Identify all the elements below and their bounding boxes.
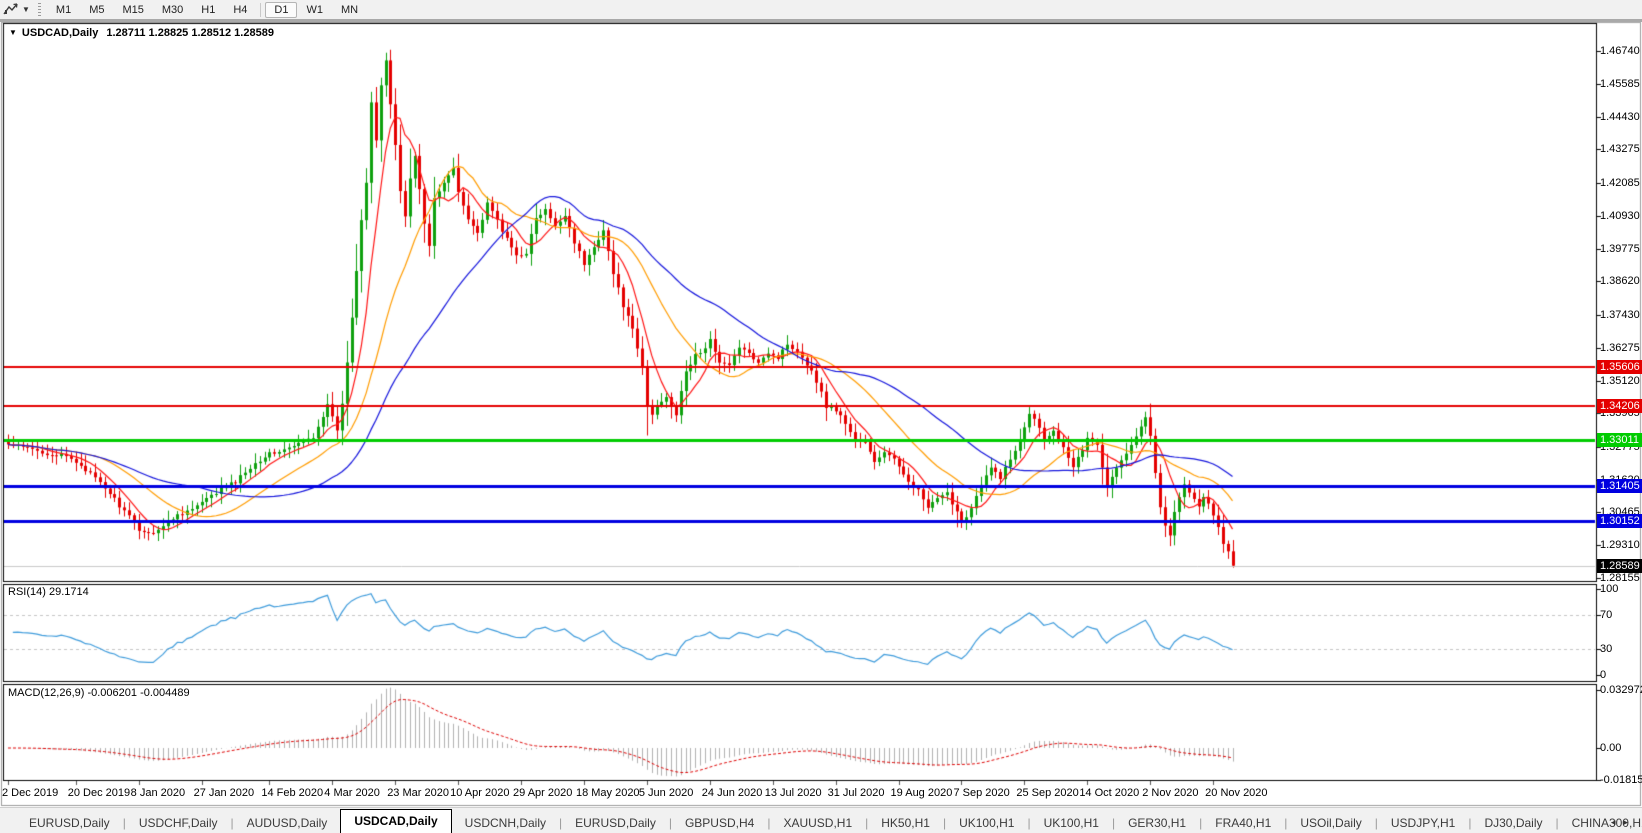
- price-tick-label: 1.35120: [1600, 374, 1640, 387]
- rsi-indicator-label: RSI(14) 29.1714: [8, 586, 89, 598]
- date-label: 7 Sep 2020: [953, 787, 1010, 799]
- rsi-tick-label: 30: [1600, 643, 1613, 656]
- hline-price-badge: 1.34206: [1597, 399, 1642, 414]
- chart-canvas[interactable]: [0, 0, 1642, 833]
- tab-dj30-daily[interactable]: DJ30,Daily: [1471, 813, 1555, 833]
- date-label: 25 Sep 2020: [1016, 787, 1079, 799]
- rsi-tick-label: 100: [1600, 583, 1619, 595]
- tab-hk50-h1[interactable]: HK50,H1: [868, 813, 943, 833]
- hline-price-badge: 1.33011: [1597, 433, 1642, 448]
- tab-scroll-arrows: ◂▸: [1611, 817, 1636, 828]
- date-label: 18 May 2020: [575, 787, 640, 799]
- chart-pointer-icon[interactable]: ▼: [3, 3, 30, 16]
- timeframe-button-mn[interactable]: MN: [332, 2, 367, 18]
- chart-menu-icon[interactable]: ▼: [9, 28, 17, 37]
- timeframe-button-d1[interactable]: D1: [265, 1, 298, 18]
- date-label: 2 Dec 2019: [2, 787, 59, 799]
- date-label: 19 Aug 2020: [890, 787, 953, 799]
- price-tick-label: 1.45585: [1600, 77, 1640, 90]
- tab-uk100-h1[interactable]: UK100,H1: [946, 813, 1027, 833]
- hline-price-badge: 1.30152: [1597, 514, 1642, 529]
- toolbar-grip[interactable]: [37, 2, 41, 17]
- date-label: 8 Jan 2020: [130, 787, 186, 799]
- tab-ger30-h1[interactable]: GER30,H1: [1115, 813, 1199, 833]
- date-label: 20 Dec 2019: [67, 787, 131, 799]
- tab-scroll-left-icon[interactable]: ◂: [1611, 817, 1624, 827]
- rsi-tick-label: 70: [1600, 608, 1613, 621]
- price-tick-label: 1.43275: [1600, 143, 1640, 156]
- tab-usdcnh-daily[interactable]: USDCNH,Daily: [452, 813, 559, 833]
- tab-xauusd-h1[interactable]: XAUUSD,H1: [770, 813, 865, 833]
- toolbar-separator: [260, 2, 262, 17]
- timeframe-button-h1[interactable]: H1: [192, 2, 224, 18]
- timeframe-button-m5[interactable]: M5: [80, 2, 113, 18]
- tab-scroll-right-icon[interactable]: ▸: [1623, 817, 1636, 827]
- price-tick-label: 1.37430: [1600, 308, 1640, 321]
- date-label: 27 Jan 2020: [193, 787, 255, 799]
- date-label: 23 Mar 2020: [387, 787, 449, 799]
- date-label: 14 Oct 2020: [1079, 787, 1140, 799]
- date-label: 20 Nov 2020: [1205, 787, 1268, 799]
- toolbar: ▼ M1 M5 M15 M30 H1 H4 D1 W1 MN: [0, 0, 1642, 22]
- tab-usdjpy-h1[interactable]: USDJPY,H1: [1378, 813, 1468, 833]
- price-tick-label: 1.44430: [1600, 110, 1640, 123]
- tab-fra40-h1[interactable]: FRA40,H1: [1202, 813, 1284, 833]
- timeframe-button-h4[interactable]: H4: [224, 2, 256, 18]
- tab-eurusd-daily[interactable]: EURUSD,Daily: [562, 813, 669, 833]
- tab-gbpusd-h4[interactable]: GBPUSD,H4: [672, 813, 767, 833]
- tab-uk100-h1[interactable]: UK100,H1: [1031, 813, 1112, 833]
- timeframe-button-m1[interactable]: M1: [47, 2, 80, 18]
- price-tick-label: 1.36275: [1600, 341, 1640, 354]
- macd-tick-label: 0.032972: [1600, 683, 1642, 696]
- price-tick-label: 1.38620: [1600, 275, 1640, 288]
- chart-title-symbol: USDCAD,Daily: [21, 27, 99, 39]
- chart-title-ohlc: 1.28711 1.28825 1.28512 1.28589: [106, 27, 274, 39]
- date-label: 2 Nov 2020: [1142, 787, 1199, 799]
- date-label: 5 Jun 2020: [638, 787, 694, 799]
- timeframe-button-m15[interactable]: M15: [113, 2, 152, 18]
- current-price-badge: 1.28589: [1597, 558, 1642, 573]
- price-tick-label: 1.40930: [1600, 209, 1640, 222]
- chart-title: ▼ USDCAD,Daily 1.28711 1.28825 1.28512 1.2…: [9, 27, 274, 39]
- price-tick-label: 1.29310: [1600, 539, 1640, 552]
- macd-indicator-label: MACD(12,26,9) -0.006201 -0.004489: [8, 687, 190, 699]
- date-label: 4 Mar 2020: [324, 787, 380, 799]
- hline-price-badge: 1.31405: [1597, 478, 1642, 493]
- tab-audusd-daily[interactable]: AUDUSD,Daily: [234, 813, 341, 833]
- macd-tick-label: 0.00: [1600, 742, 1622, 754]
- rsi-tick-label: 0: [1600, 669, 1607, 681]
- price-tick-label: 1.46740: [1600, 45, 1640, 57]
- macd-tick-label: -0.018154: [1600, 773, 1642, 786]
- date-label: 31 Jul 2020: [827, 787, 885, 799]
- price-tick-label: 1.39775: [1600, 242, 1640, 255]
- timeframe-button-w1[interactable]: W1: [297, 2, 332, 18]
- date-label: 10 Apr 2020: [450, 787, 510, 799]
- date-label: 14 Feb 2020: [261, 787, 324, 799]
- tab-usdcad-daily[interactable]: USDCAD,Daily: [340, 809, 452, 833]
- dropdown-caret-icon[interactable]: ▼: [22, 5, 30, 14]
- price-tick-label: 1.42085: [1600, 177, 1640, 189]
- timeframe-button-m30[interactable]: M30: [153, 2, 192, 18]
- tab-eurusd-daily[interactable]: EURUSD,Daily: [16, 813, 123, 833]
- tab-usdchf-daily[interactable]: USDCHF,Daily: [126, 813, 231, 833]
- date-label: 29 Apr 2020: [513, 787, 573, 799]
- chart-tab-bar: EURUSD,Daily | USDCHF,Daily | AUDUSD,Daily US…: [0, 807, 1642, 833]
- tabs-container: EURUSD,Daily | USDCHF,Daily | AUDUSD,Daily US…: [16, 809, 1642, 833]
- date-label: 24 Jun 2020: [701, 787, 763, 799]
- timeframe-button-group: M1 M5 M15 M30 H1 H4 D1 W1 MN: [47, 1, 367, 18]
- date-label: 13 Jul 2020: [764, 787, 822, 799]
- hline-price-badge: 1.35606: [1597, 359, 1642, 374]
- tab-usoil-daily[interactable]: USOil,Daily: [1287, 813, 1374, 833]
- app-window: ▼ M1 M5 M15 M30 H1 H4 D1 W1 MN ▼ USDCAD,Daily 1.28…: [0, 0, 1642, 833]
